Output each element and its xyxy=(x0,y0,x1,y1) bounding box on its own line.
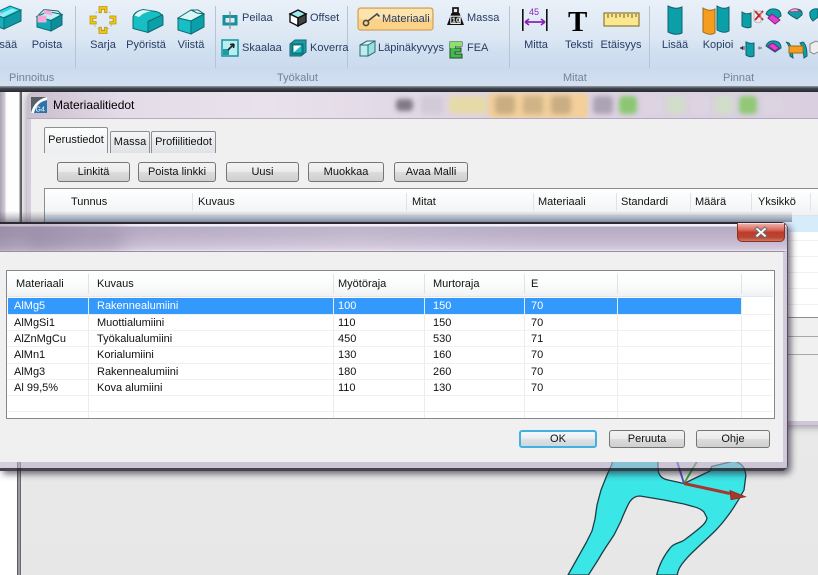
svg-text:G4: G4 xyxy=(36,107,45,114)
svg-text:10: 10 xyxy=(452,16,460,25)
svg-text:45: 45 xyxy=(529,7,539,17)
svg-text:T: T xyxy=(568,6,587,38)
